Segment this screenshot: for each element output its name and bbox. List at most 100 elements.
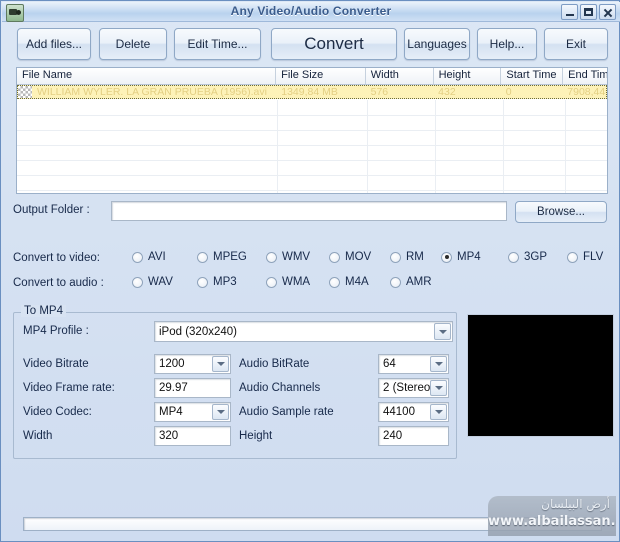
output-folder-input[interactable] xyxy=(111,201,507,221)
grid-line xyxy=(17,160,607,161)
radio-wmv[interactable]: WMV xyxy=(266,251,310,263)
grid-line xyxy=(367,100,368,193)
radio-amr[interactable]: AMR xyxy=(390,276,432,288)
languages-button[interactable]: Languages xyxy=(404,28,470,60)
file-thumbnail-icon xyxy=(18,86,32,98)
grid-line xyxy=(17,175,607,176)
chevron-down-icon[interactable] xyxy=(430,404,447,420)
column-header[interactable]: File Name xyxy=(17,68,277,84)
radio-dot-icon xyxy=(390,251,401,263)
cell-file-size: 1349,84 MB xyxy=(281,86,338,98)
radio-dot-icon xyxy=(390,276,401,288)
cell-end-time: 7908,44 xyxy=(567,86,606,98)
profile-label: MP4 Profile : xyxy=(23,325,89,337)
edit-time-button[interactable]: Edit Time... xyxy=(174,28,261,60)
height-input[interactable]: 240 xyxy=(378,426,449,446)
convert-button[interactable]: Convert xyxy=(271,28,397,60)
radio-dot-icon xyxy=(266,251,277,263)
chevron-down-icon[interactable] xyxy=(212,356,229,372)
mp4-profile-combo[interactable]: iPod (320x240) xyxy=(154,321,453,342)
video-bitrate-combo[interactable]: 1200 xyxy=(154,354,231,374)
minimize-icon[interactable] xyxy=(561,4,578,20)
file-list-rows: WILLIAM WYLER. LA GRAN PRUEBA (1956).avi… xyxy=(17,85,607,99)
radio-wav[interactable]: WAV xyxy=(132,276,173,288)
radio-dot-icon xyxy=(132,276,143,288)
radio-label: RM xyxy=(406,251,424,263)
radio-dot-icon xyxy=(567,251,578,263)
audio-channels-label: Audio Channels xyxy=(239,382,321,394)
grid-line xyxy=(503,100,504,193)
table-row[interactable]: WILLIAM WYLER. LA GRAN PRUEBA (1956).avi… xyxy=(17,85,607,99)
window-controls xyxy=(561,4,616,20)
radio-mov[interactable]: MOV xyxy=(329,251,371,263)
grid-line xyxy=(277,100,278,193)
video-framerate-input[interactable]: 29.97 xyxy=(154,378,231,398)
radio-dot-icon xyxy=(329,276,340,288)
file-list-header: File Name File Size Width Height Start Time E… xyxy=(17,68,607,85)
add-files-button[interactable]: Add files... xyxy=(17,28,91,60)
radio-3gp[interactable]: 3GP xyxy=(508,251,547,263)
grid-line xyxy=(565,100,566,193)
column-header[interactable]: Start Time xyxy=(501,68,564,84)
column-header[interactable]: Height xyxy=(434,68,502,84)
radio-dot-icon xyxy=(508,251,519,263)
audio-bitrate-value: 64 xyxy=(383,358,396,370)
watermark-arabic: أرض البيلسان xyxy=(541,497,610,511)
cell-width: 576 xyxy=(370,86,389,98)
video-codec-value: MP4 xyxy=(159,406,183,418)
radio-label: WAV xyxy=(148,276,173,288)
exit-button[interactable]: Exit xyxy=(544,28,608,60)
radio-dot-icon xyxy=(197,276,208,288)
video-codec-combo[interactable]: MP4 xyxy=(154,402,231,422)
radio-label: M4A xyxy=(345,276,369,288)
column-header[interactable]: End Time xyxy=(563,68,607,84)
column-header[interactable]: Width xyxy=(366,68,434,84)
cell-file-name: WILLIAM WYLER. LA GRAN PRUEBA (1956).avi xyxy=(37,86,267,98)
radio-label: AVI xyxy=(148,251,166,263)
chevron-down-icon[interactable] xyxy=(430,380,447,396)
column-header[interactable]: File Size xyxy=(276,68,366,84)
title-bar: Any Video/Audio Converter xyxy=(2,2,620,22)
video-preview[interactable] xyxy=(467,314,614,437)
radio-avi[interactable]: AVI xyxy=(132,251,166,263)
file-list-grid xyxy=(17,100,607,193)
watermark-url: www.albailassan.com xyxy=(488,514,616,529)
radio-label: MP3 xyxy=(213,276,237,288)
radio-wma[interactable]: WMA xyxy=(266,276,310,288)
chevron-down-icon[interactable] xyxy=(430,356,447,372)
grid-line xyxy=(17,115,607,116)
audio-channels-combo[interactable]: 2 (Stereo) xyxy=(378,378,449,398)
radio-label: FLV xyxy=(583,251,604,263)
radio-flv[interactable]: FLV xyxy=(567,251,603,263)
width-input[interactable]: 320 xyxy=(154,426,231,446)
chevron-down-icon[interactable] xyxy=(212,404,229,420)
browse-button[interactable]: Browse... xyxy=(515,201,607,223)
radio-dot-icon xyxy=(132,251,143,263)
radio-mp3[interactable]: MP3 xyxy=(197,276,237,288)
width-label: Width xyxy=(23,430,53,442)
radio-rm[interactable]: RM xyxy=(390,251,424,263)
radio-label: WMA xyxy=(282,276,311,288)
close-icon[interactable] xyxy=(599,4,616,20)
window-title: Any Video/Audio Converter xyxy=(230,4,392,18)
video-bitrate-value: 1200 xyxy=(159,358,185,370)
radio-label: MP4 xyxy=(457,251,481,263)
grid-line xyxy=(17,190,607,191)
file-list[interactable]: File Name File Size Width Height Start Time E… xyxy=(16,67,608,194)
audio-channels-value: 2 (Stereo) xyxy=(383,382,435,394)
watermark: أرض البيلسان www.albailassan.com xyxy=(488,496,616,536)
radio-mp4[interactable]: MP4 xyxy=(441,251,481,263)
radio-mpeg[interactable]: MPEG xyxy=(197,251,247,263)
radio-label: WMV xyxy=(282,251,311,263)
radio-m4a[interactable]: M4A xyxy=(329,276,369,288)
help-button[interactable]: Help... xyxy=(477,28,537,60)
video-codec-label: Video Codec: xyxy=(23,406,92,418)
radio-dot-icon xyxy=(266,276,277,288)
audio-bitrate-label: Audio BitRate xyxy=(239,358,310,370)
chevron-down-icon[interactable] xyxy=(434,323,451,340)
delete-button[interactable]: Delete xyxy=(99,28,167,60)
maximize-icon[interactable] xyxy=(580,4,597,20)
audio-bitrate-combo[interactable]: 64 xyxy=(378,354,449,374)
audio-samplerate-combo[interactable]: 44100 xyxy=(378,402,449,422)
convert-to-video-label: Convert to video: xyxy=(13,252,100,264)
